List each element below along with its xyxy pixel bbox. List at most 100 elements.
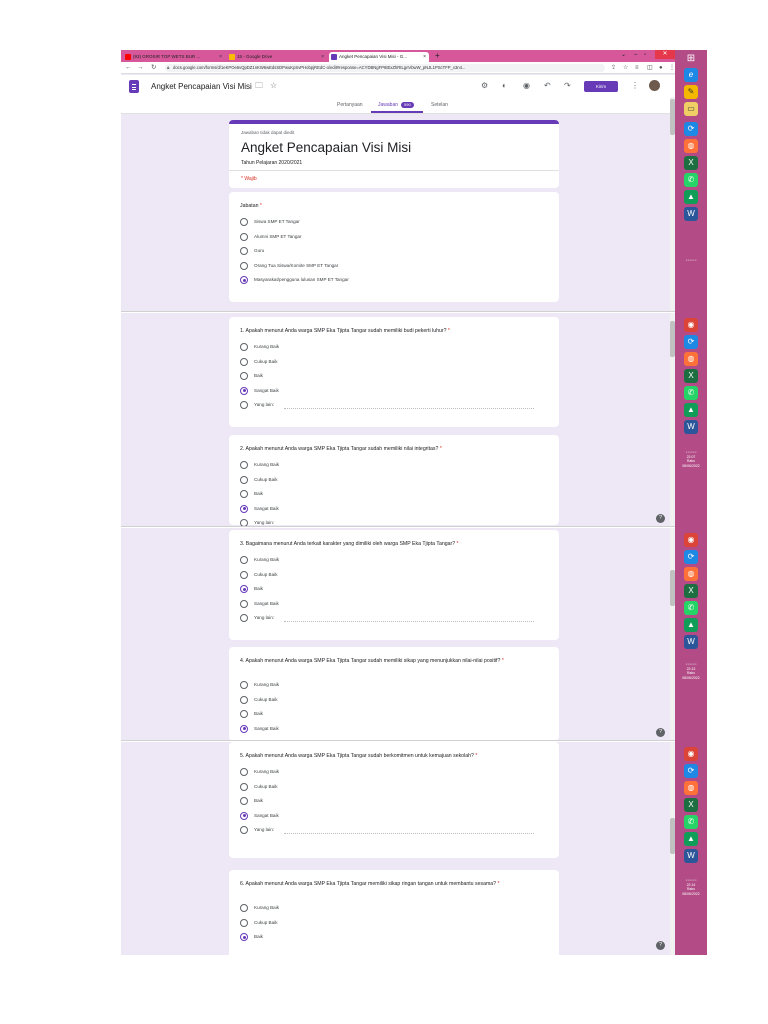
chrome-icon[interactable]: ◉ (684, 747, 698, 761)
more-options-icon[interactable]: ⋮ (631, 81, 639, 91)
excel-icon[interactable]: X (684, 156, 698, 170)
radio-button[interactable] (240, 475, 248, 484)
radio-button[interactable] (240, 570, 248, 579)
word-icon[interactable]: W (684, 207, 698, 221)
browser-tab-active[interactable]: Angket Pencapaian Visi Misi - G... × (329, 52, 429, 62)
radio-selected[interactable] (240, 276, 248, 285)
firefox-icon[interactable]: ◍ (684, 781, 698, 795)
radio-selected[interactable] (240, 386, 248, 395)
radio-button[interactable] (240, 490, 248, 499)
window-close-button[interactable]: ✕ (655, 50, 675, 59)
browser-tab[interactable]: 15 - Google Drive × (227, 52, 327, 62)
maximize-icon[interactable]: ▫ (644, 50, 646, 60)
firefox-icon[interactable]: ◍ (684, 139, 698, 153)
excel-icon[interactable]: X (684, 369, 698, 383)
sidepanel-icon[interactable]: ◫ (647, 64, 653, 72)
send-button[interactable]: Kirim (584, 81, 618, 92)
radio-button[interactable] (240, 261, 248, 270)
tab-settings[interactable]: Setelan (431, 102, 448, 108)
drive-icon[interactable]: ▲ (684, 832, 698, 846)
share-icon[interactable]: ⇪ (611, 64, 616, 72)
chrome-icon[interactable]: ◉ (684, 533, 698, 547)
form-name[interactable]: Angket Pencapaian Visi Misi (151, 82, 252, 91)
tray-icons[interactable]: ▪ ▪ ▪ ▪ ▪ ▪ (679, 258, 703, 263)
radio-button[interactable] (240, 461, 248, 469)
windows-start-icon[interactable]: ⊞ (684, 52, 698, 66)
back-icon[interactable]: ← (125, 63, 132, 73)
sync-icon[interactable]: ⟳ (684, 550, 698, 564)
redo-icon[interactable]: ↷ (564, 81, 571, 91)
whatsapp-icon[interactable]: ✆ (684, 386, 698, 400)
radio-button[interactable] (240, 904, 248, 912)
address-bar[interactable]: 🔒︎ docs.google.com/forms/d/1eKPOe6vQpDZ1… (165, 64, 605, 72)
radio-button[interactable] (240, 695, 248, 704)
radio-selected[interactable] (240, 724, 248, 733)
avatar[interactable] (649, 80, 660, 91)
radio-button[interactable] (240, 681, 248, 689)
reload-icon[interactable]: ↻ (151, 63, 156, 73)
radio-button[interactable] (240, 599, 248, 608)
radio-button[interactable] (240, 826, 248, 835)
other-text-field[interactable] (284, 621, 534, 623)
firefox-icon[interactable]: ◍ (684, 567, 698, 581)
excel-icon[interactable]: X (684, 798, 698, 812)
other-text-field[interactable] (284, 833, 534, 835)
close-icon[interactable]: × (219, 52, 222, 62)
preview-eye-icon[interactable]: ◉ (523, 81, 530, 91)
radio-selected[interactable] (240, 504, 248, 513)
help-icon[interactable]: ? (656, 941, 665, 950)
radio-button[interactable] (240, 782, 248, 791)
internet-explorer-icon[interactable]: e (684, 68, 698, 82)
help-icon[interactable]: ? (656, 514, 665, 523)
drive-icon[interactable]: ▲ (684, 403, 698, 417)
excel-icon[interactable]: X (684, 584, 698, 598)
word-icon[interactable]: W (684, 635, 698, 649)
sync-icon[interactable]: ⟳ (684, 335, 698, 349)
new-tab-icon[interactable]: + (435, 50, 440, 62)
undo-icon[interactable]: ↶ (544, 81, 551, 91)
whatsapp-icon[interactable]: ✆ (684, 173, 698, 187)
close-icon[interactable]: × (321, 52, 324, 62)
radio-button[interactable] (240, 357, 248, 366)
radio-button[interactable] (240, 797, 248, 806)
minimize-icon[interactable]: – (634, 50, 637, 60)
radio-button[interactable] (240, 710, 248, 719)
word-icon[interactable]: W (684, 849, 698, 863)
radio-button[interactable] (240, 614, 248, 623)
google-forms-icon[interactable] (129, 80, 139, 93)
whatsapp-icon[interactable]: ✆ (684, 601, 698, 615)
sync-icon[interactable]: ⟳ (684, 122, 698, 136)
firefox-icon[interactable]: ◍ (684, 352, 698, 366)
chevron-down-icon[interactable]: ⌄ (621, 50, 626, 60)
chrome-icon[interactable]: ◉ (684, 318, 698, 332)
radio-button[interactable] (240, 768, 248, 776)
radio-selected[interactable] (240, 585, 248, 594)
close-icon[interactable]: × (423, 52, 426, 62)
radio-selected[interactable] (240, 811, 248, 820)
pen-tool-icon[interactable]: ✎ (684, 85, 698, 99)
folder-icon[interactable]: ▭ (684, 102, 698, 116)
drive-icon[interactable]: ▲ (684, 190, 698, 204)
browser-tab[interactable]: (93) GROSIR TOP WETS BUR ... × (123, 52, 225, 62)
radio-button[interactable] (240, 218, 248, 226)
drive-icon[interactable]: ▲ (684, 618, 698, 632)
folder-icon[interactable]: 🗀︎ (255, 81, 263, 91)
radio-button[interactable] (240, 918, 248, 927)
help-icon[interactable]: ? (656, 728, 665, 737)
tab-responses[interactable]: Jawaban 590 (378, 102, 414, 108)
customize-theme-icon[interactable]: ⚙︎ (481, 81, 488, 91)
whatsapp-icon[interactable]: ✆ (684, 815, 698, 829)
forward-icon[interactable]: → (137, 63, 144, 73)
radio-selected[interactable] (240, 933, 248, 942)
radio-button[interactable] (240, 401, 248, 410)
tab-questions[interactable]: Pertanyaan (337, 102, 363, 108)
radio-button[interactable] (240, 343, 248, 351)
radio-button[interactable] (240, 247, 248, 256)
profile-icon[interactable]: ● (659, 64, 663, 72)
sync-icon[interactable]: ⟳ (684, 764, 698, 778)
radio-button[interactable] (240, 232, 248, 241)
palette-icon[interactable]: ◐ (502, 81, 507, 91)
word-icon[interactable]: W (684, 420, 698, 434)
extensions-icon[interactable]: ≡ (635, 64, 639, 72)
star-icon[interactable]: ☆ (270, 81, 277, 91)
